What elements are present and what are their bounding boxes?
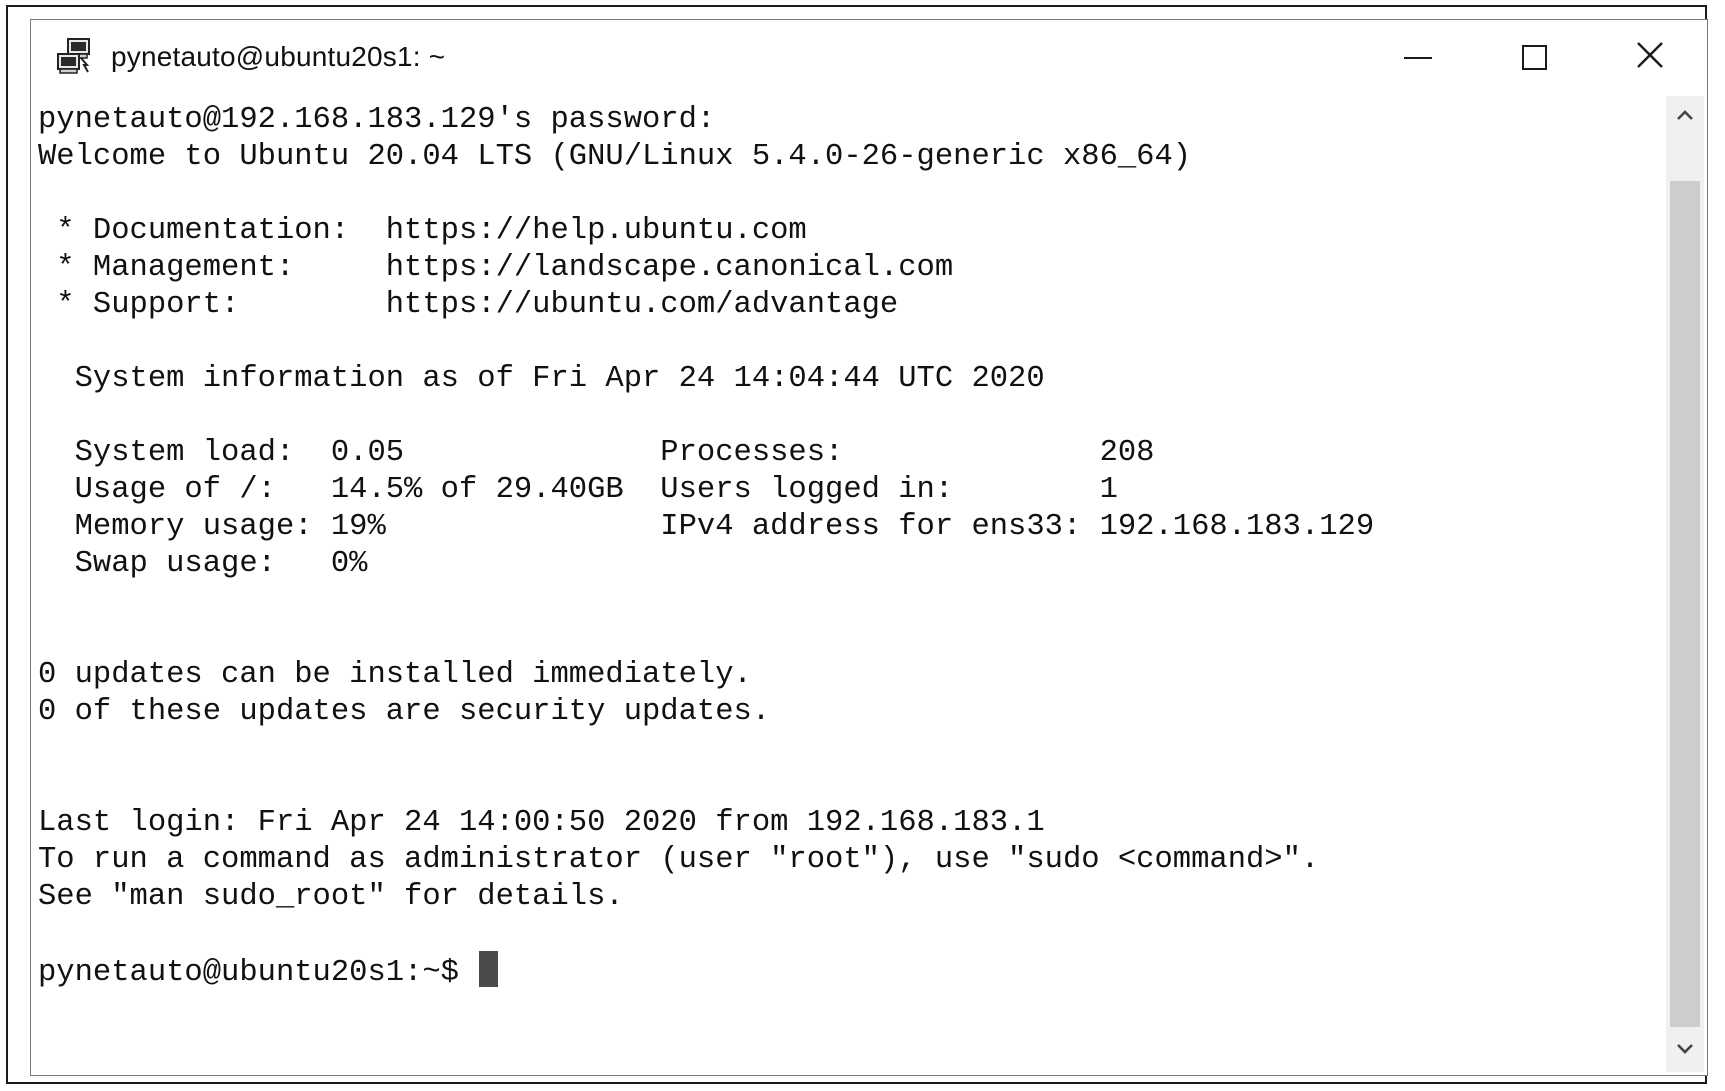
vertical-scrollbar[interactable] [1666, 96, 1704, 1072]
terminal-line: Memory usage: 19% IPv4 address for ens33… [38, 510, 1375, 544]
title-bar[interactable]: pynetauto@ubuntu20s1: ~ [31, 20, 1707, 95]
terminal-line: To run a command as administrator (user … [38, 843, 1320, 877]
scroll-down-button[interactable] [1666, 1030, 1704, 1072]
maximize-icon [1521, 45, 1547, 70]
close-button[interactable] [1594, 20, 1706, 95]
shell-prompt: pynetauto@ubuntu20s1:~$ [38, 956, 478, 990]
window-title: pynetauto@ubuntu20s1: ~ [111, 41, 446, 72]
close-icon [1636, 41, 1664, 74]
minimize-icon [1404, 56, 1432, 59]
terminal-line: 0 of these updates are security updates. [38, 695, 771, 729]
scroll-up-button[interactable] [1666, 96, 1704, 138]
prompt-line[interactable]: pynetauto@ubuntu20s1:~$ [38, 951, 499, 993]
terminal-line: * Documentation: https://help.ubuntu.com [38, 214, 807, 248]
terminal-line: * Management: https://landscape.canonica… [38, 251, 954, 285]
terminal-line: * Support: https://ubuntu.com/advantage [38, 288, 899, 322]
terminal-line: See "man sudo_root" for details. [38, 880, 624, 914]
terminal-output[interactable]: pynetauto@192.168.183.129's password: We… [34, 96, 1666, 1072]
minimize-button[interactable] [1362, 20, 1474, 95]
terminal-cursor [479, 951, 499, 987]
scroll-thumb[interactable] [1670, 181, 1700, 1027]
terminal-line: 0 updates can be installed immediately. [38, 658, 752, 692]
terminal-line: Welcome to Ubuntu 20.04 LTS (GNU/Linux 5… [38, 140, 1192, 174]
maximize-button[interactable] [1478, 20, 1590, 95]
terminal-line: pynetauto@192.168.183.129's password: [38, 103, 716, 137]
terminal-line: Swap usage: 0% [38, 547, 368, 581]
chevron-down-icon [1676, 1042, 1694, 1060]
chevron-up-icon [1676, 108, 1694, 126]
terminal-line: Last login: Fri Apr 24 14:00:50 2020 fro… [38, 806, 1045, 840]
screenshot-frame: pynetauto@ubuntu20s1: ~ pynetauto@192.16… [6, 5, 1708, 1084]
terminal-line: System load: 0.05 Processes: 208 [38, 436, 1155, 470]
terminal-line: System information as of Fri Apr 24 14:0… [38, 362, 1045, 396]
terminal-window: pynetauto@ubuntu20s1: ~ pynetauto@192.16… [30, 19, 1708, 1076]
putty-terminal-icon[interactable] [55, 36, 95, 76]
terminal-line: Usage of /: 14.5% of 29.40GB Users logge… [38, 473, 1118, 507]
